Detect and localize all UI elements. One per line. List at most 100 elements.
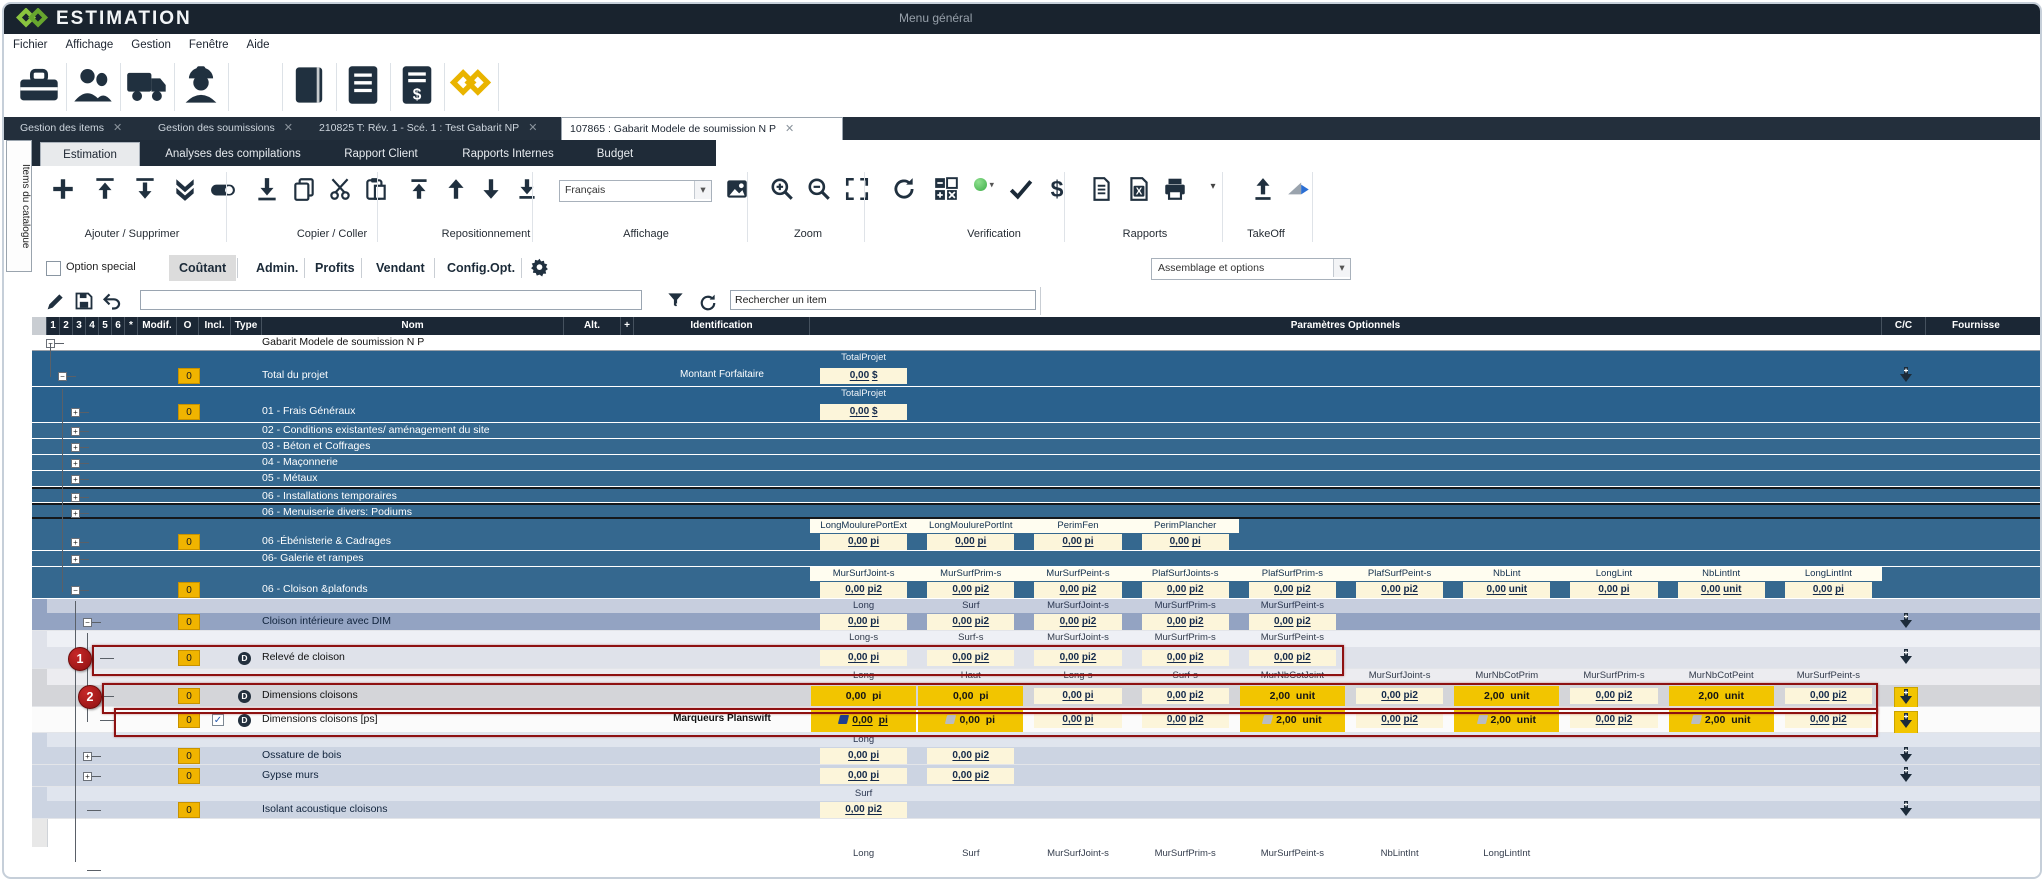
- move-down-icon[interactable]: [474, 176, 508, 214]
- table-row[interactable]: +03 - Béton et Coffrages: [32, 439, 2042, 455]
- add-icon[interactable]: [46, 176, 80, 214]
- view-tab-0[interactable]: Estimation: [40, 142, 140, 166]
- copy-down-icon[interactable]: [1894, 367, 1918, 388]
- param-value[interactable]: 0,00 pi2: [1356, 688, 1443, 704]
- copy-down-icon[interactable]: [1894, 711, 1918, 735]
- param-value[interactable]: 0,00 pi: [820, 748, 907, 764]
- param-value[interactable]: 0,00 pi2: [1142, 688, 1229, 704]
- copy-down-icon[interactable]: [1894, 767, 1918, 788]
- param-value[interactable]: 0,00 pi2: [927, 650, 1014, 666]
- refresh-icon[interactable]: [698, 290, 718, 316]
- item-name[interactable]: 06 - Menuiserie divers: Podiums: [262, 506, 412, 518]
- item-name[interactable]: Total du projet: [262, 369, 328, 381]
- expand-icon[interactable]: +: [71, 408, 80, 417]
- item-name[interactable]: 06 - Installations temporaires: [262, 490, 397, 502]
- toggle-icon[interactable]: [206, 176, 240, 214]
- expand-icon[interactable]: +: [71, 493, 80, 502]
- table-row[interactable]: +06 - Menuiserie divers: Podiums: [32, 503, 2042, 519]
- search-input[interactable]: [730, 290, 1036, 310]
- view-tab-3[interactable]: Rapports Internes: [444, 142, 572, 166]
- param-value[interactable]: 0,00 pi2: [1142, 614, 1229, 630]
- copy-icon[interactable]: [287, 176, 321, 214]
- param-value[interactable]: 0,00 pi: [820, 534, 907, 550]
- catalog-icon[interactable]: [282, 63, 336, 111]
- table-row[interactable]: MurSurfJoint-sMurSurfPrim-sMurSurfPeint-…: [32, 567, 2042, 599]
- upload-icon[interactable]: [1246, 176, 1280, 214]
- expand-icon[interactable]: +: [71, 509, 80, 518]
- param-value[interactable]: 0,00 pi2: [927, 582, 1014, 598]
- param-value[interactable]: 0,00 pi2: [927, 768, 1014, 784]
- move-up-icon[interactable]: [439, 176, 473, 214]
- expand-icon[interactable]: +: [83, 752, 92, 761]
- document-tab-0[interactable]: Gestion des items✕: [12, 117, 144, 140]
- table-row[interactable]: 0,00 pi0,00 pi2+0Gypse murs: [32, 765, 2042, 787]
- staq-logo-icon[interactable]: [444, 63, 498, 111]
- assembly-options-select[interactable]: ▾Assemblage et options: [1151, 258, 1351, 280]
- collapse-icon[interactable]: −: [71, 586, 80, 595]
- param-value[interactable]: 0,00 pi: [927, 534, 1014, 550]
- item-name[interactable]: 05 - Métaux: [262, 472, 317, 484]
- menu-3[interactable]: Fenêtre: [180, 34, 238, 56]
- menu-2[interactable]: Gestion: [122, 34, 180, 56]
- column-header-lvl[interactable]: 2: [60, 317, 73, 335]
- param-value-highlighted[interactable]: 2,00 unit: [1454, 708, 1559, 732]
- column-header-modif[interactable]: Modif.: [138, 317, 177, 335]
- table-row[interactable]: LongHautLong-sSurf-sMurNbCotJointMurSurf…: [32, 669, 2042, 707]
- column-header-lvl[interactable]: 5: [99, 317, 112, 335]
- param-value[interactable]: 0,00 unit: [1463, 582, 1550, 598]
- param-value-highlighted[interactable]: 2,00 unit: [1669, 708, 1774, 732]
- language-select[interactable]: ▾Français: [559, 180, 712, 202]
- table-row[interactable]: TotalProjet0,00 $−0Total du projetMontan…: [32, 351, 2042, 387]
- expand-icon[interactable]: +: [71, 555, 80, 564]
- param-value[interactable]: 0,00 $: [820, 404, 907, 420]
- item-name[interactable]: Dimensions cloisons [ps]: [262, 713, 378, 725]
- item-name[interactable]: Gabarit Modele de soumission N P: [262, 336, 424, 348]
- view-tab-2[interactable]: Rapport Client: [326, 142, 436, 166]
- param-value[interactable]: 0,00 pi: [1034, 534, 1121, 550]
- table-row[interactable]: LongSurfMurSurfJoint-sMurSurfPrim-sMurSu…: [32, 847, 2042, 879]
- invoice-icon[interactable]: $: [390, 63, 444, 111]
- cut-icon[interactable]: [323, 176, 357, 214]
- param-value[interactable]: 0,00 pi2: [1249, 614, 1336, 630]
- item-name[interactable]: Gypse murs: [262, 769, 319, 781]
- param-value[interactable]: 0,00 pi2: [1356, 712, 1443, 728]
- table-row[interactable]: +06- Galerie et rampes: [32, 551, 2042, 567]
- close-icon[interactable]: ✕: [284, 122, 293, 134]
- param-value[interactable]: 0,00 pi2: [1034, 650, 1121, 666]
- param-value-highlighted[interactable]: 0,00 pi: [918, 686, 1023, 706]
- param-value[interactable]: 0,00 pi2: [820, 802, 907, 818]
- item-name[interactable]: Dimensions cloisons: [262, 689, 358, 701]
- worker-icon[interactable]: [174, 63, 228, 111]
- item-name[interactable]: 03 - Béton et Coffrages: [262, 440, 370, 452]
- expand-icon[interactable]: +: [71, 538, 80, 547]
- close-icon[interactable]: ✕: [528, 122, 537, 134]
- param-value[interactable]: 0,00 pi: [1034, 712, 1121, 728]
- paste-icon[interactable]: [359, 176, 393, 214]
- save-icon[interactable]: [74, 291, 94, 311]
- table-row[interactable]: +06 - Installations temporaires: [32, 487, 2042, 503]
- expand-icon[interactable]: +: [71, 427, 80, 436]
- sidebar-tab-items-catalogue[interactable]: Items du catalogue: [6, 140, 32, 272]
- pricing-tab-3[interactable]: Vendant: [366, 255, 435, 281]
- column-header-fourn[interactable]: Fournisse: [1926, 317, 2042, 335]
- import-icon[interactable]: [250, 176, 284, 214]
- zoom-fit-icon[interactable]: [840, 176, 874, 214]
- takeoff-logo-icon[interactable]: [1282, 176, 1316, 214]
- param-value[interactable]: 0,00 pi: [1034, 688, 1121, 704]
- refresh-icon[interactable]: [887, 176, 921, 214]
- param-value[interactable]: 0,00 pi2: [1356, 582, 1443, 598]
- param-value[interactable]: 0,00 pi2: [1249, 650, 1336, 666]
- column-header-alt[interactable]: Alt.: [564, 317, 621, 335]
- report-icon[interactable]: [336, 63, 390, 111]
- column-header-plus[interactable]: +: [621, 317, 634, 335]
- copy-down-icon[interactable]: [1894, 649, 1918, 670]
- param-value[interactable]: 0,00 pi: [820, 614, 907, 630]
- param-value[interactable]: 0,00 pi2: [927, 748, 1014, 764]
- zoom-in-icon[interactable]: [765, 176, 799, 214]
- copy-down-icon[interactable]: [1894, 801, 1918, 822]
- param-value-highlighted[interactable]: 2,00 unit: [1240, 686, 1345, 706]
- param-value[interactable]: 0,00 unit: [1678, 582, 1765, 598]
- view-tab-1[interactable]: Analyses des compilations: [148, 142, 318, 166]
- item-name[interactable]: 06 -Ébénisterie & Cadrages: [262, 535, 391, 547]
- view-tab-4[interactable]: Budget: [580, 142, 650, 166]
